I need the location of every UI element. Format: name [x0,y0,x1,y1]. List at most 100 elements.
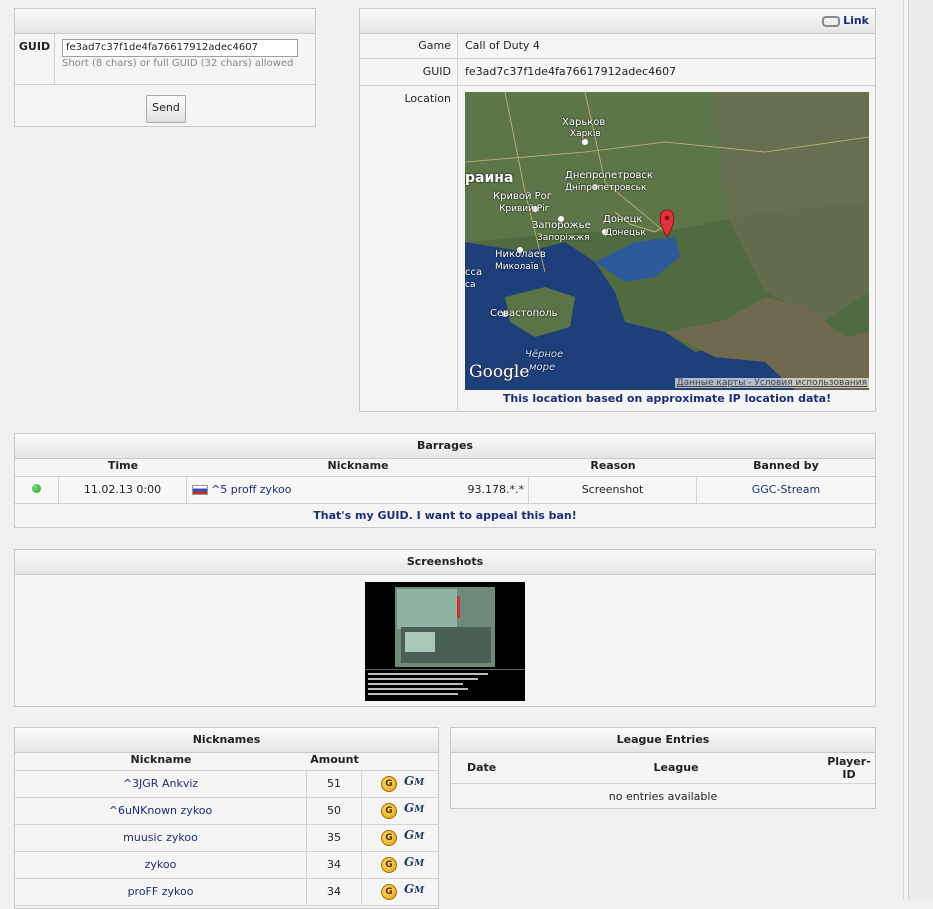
stats-icon[interactable]: G [381,803,397,819]
nickname-link[interactable]: ^3JGR Ankviz [123,777,198,790]
send-button[interactable]: Send [146,95,186,123]
map-city: Севастополь [490,308,558,319]
col-nickname: Nickname [130,753,192,766]
map-city: Чёрное [525,349,564,360]
map-city: Харків [570,129,601,139]
map-city: Донецьк [605,228,646,238]
table-row: muusic zykoo 35 G GM [15,825,438,852]
league-header-row: Date League Player-ID [451,753,875,784]
info-row-guid: GUID fe3ad7c37f1de4fa76617912adec4607 [360,59,875,86]
location-map[interactable]: раина Харьков Харків Днепропетровск Дніп… [465,92,869,390]
table-row: proFF zykoo 34 G GM [15,879,438,906]
nickname-cell: zykoo [15,852,307,878]
guid-hint: Short (8 chars) or full GUID (32 chars) … [62,58,294,69]
screenshots-title: Screenshots [15,550,875,575]
col-nickname: Nickname [327,459,389,472]
send-row: Send [15,84,315,127]
reason-cell: Screenshot [529,477,697,503]
screenshots-panel: Screenshots [14,549,876,707]
table-row: ^6uNKnown zykoo 50 G GM [15,798,438,825]
nickname-cell: ^6uNKnown zykoo [15,798,307,824]
empty-message: no entries available [608,790,718,803]
barrages-header-row: Time Nickname Reason Banned by [15,459,875,476]
gm-icon[interactable]: GM [404,882,424,896]
panel-header: Link [360,9,875,34]
amount-cell: 34 [307,879,362,905]
map-image [465,92,869,390]
stats-icon[interactable]: G [381,830,397,846]
link-icon [822,15,841,27]
gm-icon[interactable]: GM [404,855,424,869]
gm-icon[interactable]: GM [404,774,424,788]
gm-icon[interactable]: GM [404,828,424,842]
table-row: ^3JGR Ankviz 51 G GM [15,771,438,798]
col-reason: Reason [590,459,636,472]
appeal-link[interactable]: That's my GUID. I want to appeal this ba… [15,509,875,522]
league-entries-panel: League Entries Date League Player-ID no … [450,727,876,809]
map-city: Дніпропетровськ [565,183,647,193]
stats-icon[interactable]: G [381,884,397,900]
col-banned-by: Banned by [753,459,819,472]
amount-cell: 34 [307,852,362,878]
guid-search-panel: GUID fe3ad7c37f1de4fa76617912adec4607 Sh… [14,8,316,127]
nickname-link[interactable]: proFF zykoo [128,885,194,898]
map-city: Николаев [495,249,546,260]
guid-info-panel: Link Game Call of Duty 4 GUID fe3ad7c37f… [359,8,876,412]
info-label: Game [360,34,458,58]
info-row-location: Location раина Харьков Харків Днепропетр… [360,86,875,410]
guid-label: GUID [15,34,55,84]
gm-icon[interactable]: GM [404,801,424,815]
russia-flag-icon [192,485,208,495]
barrages-panel: Barrages Time Nickname Reason Banned by … [14,433,876,528]
info-row-game: Game Call of Duty 4 [360,34,875,59]
nickname-link[interactable]: zykoo [145,858,177,871]
scrollbar[interactable] [908,0,933,900]
map-city: море [529,362,556,373]
nickname-link[interactable]: muusic zykoo [123,831,198,844]
nicknames-panel: Nicknames Nickname Amount ^3JGR Ankviz 51… [14,727,439,909]
amount-cell: 51 [307,771,362,797]
amount-cell: 50 [307,798,362,824]
stats-icon[interactable]: G [381,776,397,792]
nickname-link[interactable]: ^6uNKnown zykoo [109,804,213,817]
link[interactable]: Link [843,14,869,27]
guid-input[interactable]: fe3ad7c37f1de4fa76617912adec4607 [62,39,298,57]
map-city: Донецк [603,214,643,225]
screenshot-thumbnail[interactable] [365,582,525,701]
time-cell: 11.02.13 0:00 [59,477,187,503]
nicknames-title: Nicknames [15,728,438,753]
map-city: Харьков [562,117,606,128]
col-amount: Amount [310,753,359,766]
status-cell [15,477,59,503]
nickname-link[interactable]: ^5 proff zykoo [211,483,292,496]
banned-by-cell: GGC-Stream [697,477,875,503]
map-city: Миколаїв [495,262,539,272]
map-attribution[interactable]: Данные карты - Условия использования [674,378,869,388]
map-city: Запорожье [532,220,591,231]
panel-header [15,9,315,34]
info-label: Location [360,86,458,410]
col-league: League [653,761,699,774]
info-label: GUID [360,59,458,85]
screenshot-image [365,582,525,701]
col-time: Time [107,459,139,472]
nicknames-header-row: Nickname Amount [15,753,438,771]
league-title: League Entries [451,728,875,753]
banned-by-link[interactable]: GGC-Stream [752,483,821,496]
guid-value: fe3ad7c37f1de4fa76617912adec4607 [465,65,677,78]
game-value: Call of Duty 4 [465,39,540,52]
barrages-title: Barrages [15,434,875,459]
col-date: Date [467,761,497,774]
ip-value: 93.178.*.* [467,483,524,496]
stats-icon[interactable]: G [381,857,397,873]
map-country-label: раина [465,170,514,186]
table-row: zykoo 34 G GM [15,852,438,879]
amount-cell: 35 [307,825,362,851]
status-active-icon [32,484,41,493]
map-city: Кривой Рог [493,191,553,202]
table-row: 11.02.13 0:00 ^5 proff zykoo 93.178.*.* … [15,476,875,504]
map-city: Днепропетровск [565,170,653,181]
map-city: са [465,280,476,290]
map-city: Запоріжжя [537,233,590,243]
nickname-cell: muusic zykoo [15,825,307,851]
